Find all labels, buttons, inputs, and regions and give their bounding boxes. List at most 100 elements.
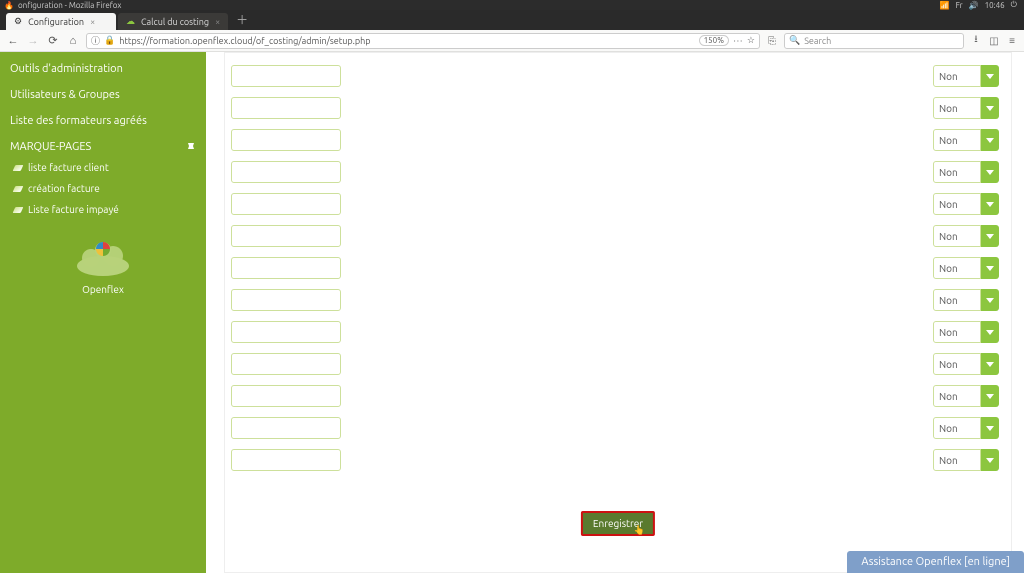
settings-form: Non Non Non Non Non Non Non Non Non Non Non NonNon … xyxy=(224,52,1012,573)
bookmark-creation-facture[interactable]: création facture xyxy=(0,178,206,199)
chevron-down-icon[interactable] xyxy=(981,225,999,247)
chevron-down-icon[interactable] xyxy=(981,161,999,183)
download-icon[interactable]: ⭳ xyxy=(970,32,982,49)
chevron-down-icon[interactable] xyxy=(981,129,999,151)
select-value: Non xyxy=(933,129,981,151)
select-value: Non xyxy=(933,193,981,215)
bookmark-liste-facture-impaye[interactable]: Liste facture impayé xyxy=(0,199,206,220)
select-value: Non xyxy=(933,257,981,279)
info-icon[interactable]: ⓘ xyxy=(91,34,100,47)
search-icon: 🔍 xyxy=(789,35,800,46)
form-row: Non xyxy=(225,257,1011,279)
form-row: Non xyxy=(225,97,1011,119)
text-input[interactable] xyxy=(231,97,341,119)
select-wrapper[interactable]: Non xyxy=(933,257,981,279)
text-input[interactable] xyxy=(231,193,341,215)
volume-icon[interactable]: 🔊 xyxy=(969,1,979,10)
text-input[interactable] xyxy=(231,257,341,279)
reload-button[interactable]: ⟳ xyxy=(46,34,60,47)
zoom-badge[interactable]: 150% xyxy=(699,35,729,46)
select-value: Non xyxy=(933,385,981,407)
chevron-down-icon[interactable] xyxy=(981,97,999,119)
assistance-chat-tab[interactable]: Assistance Openflex [en ligne] xyxy=(847,551,1024,573)
sidebar-section-label: MARQUE-PAGES xyxy=(10,141,91,153)
page-actions-icon[interactable]: ⋯ xyxy=(733,35,743,47)
back-button[interactable]: ← xyxy=(6,35,20,47)
form-row: Non xyxy=(225,65,1011,87)
network-icon: 📶 xyxy=(940,1,950,10)
save-button[interactable]: Enregistrer 👆 xyxy=(581,511,655,536)
browser-toolbar: ← → ⟳ ⌂ ⓘ 🔒 https://formation.openflex.c… xyxy=(0,30,1024,52)
content-area: Non Non Non Non Non Non Non Non Non Non Non NonNon … xyxy=(206,52,1024,573)
form-row: Non xyxy=(225,289,1011,311)
chevron-down-icon[interactable] xyxy=(981,417,999,439)
form-row: Non xyxy=(225,353,1011,375)
select-value: Non xyxy=(933,97,981,119)
form-row: Non xyxy=(225,161,1011,183)
select-wrapper[interactable]: Non xyxy=(933,225,981,247)
text-input[interactable] xyxy=(231,129,341,151)
pin-icon[interactable] xyxy=(186,142,196,152)
select-wrapper[interactable]: Non xyxy=(933,289,981,311)
text-input[interactable] xyxy=(231,225,341,247)
sidebar-item-admin-tools[interactable]: Outils d'administration xyxy=(0,56,206,82)
chevron-down-icon[interactable] xyxy=(981,321,999,343)
url-text: https://formation.openflex.cloud/of_cost… xyxy=(119,36,370,46)
menu-icon[interactable]: ≡ xyxy=(1006,35,1018,47)
window-title: onfiguration - Mozilla Firefox xyxy=(18,1,121,10)
sidebar-item-trainers[interactable]: Liste des formateurs agréés xyxy=(0,108,206,134)
tab-costing[interactable]: ☁ Calcul du costing × xyxy=(118,13,228,30)
form-row: Non xyxy=(225,385,1011,407)
sidebar-section-bookmarks: MARQUE-PAGES xyxy=(0,134,206,157)
power-icon[interactable]: ⏻ xyxy=(1011,0,1017,10)
library-icon[interactable]: ⎘ xyxy=(766,35,778,47)
chevron-down-icon[interactable] xyxy=(981,65,999,87)
close-icon[interactable]: × xyxy=(90,17,95,27)
firefox-icon: 🔥 xyxy=(4,1,14,10)
search-box[interactable]: 🔍 Search xyxy=(784,33,964,49)
select-wrapper[interactable]: Non xyxy=(933,449,981,471)
select-value: Non xyxy=(933,289,981,311)
text-input[interactable] xyxy=(231,161,341,183)
text-input[interactable] xyxy=(231,385,341,407)
text-input[interactable] xyxy=(231,65,341,87)
select-wrapper[interactable]: Non xyxy=(933,385,981,407)
chevron-down-icon[interactable] xyxy=(981,385,999,407)
lang-indicator[interactable]: Fr xyxy=(956,1,963,10)
select-wrapper[interactable]: Non xyxy=(933,353,981,375)
select-wrapper[interactable]: Non xyxy=(933,193,981,215)
tab-configuration[interactable]: ⚙ Configuration × xyxy=(6,13,116,30)
url-bar[interactable]: ⓘ 🔒 https://formation.openflex.cloud/of_… xyxy=(86,33,760,49)
home-button[interactable]: ⌂ xyxy=(66,35,80,47)
chevron-down-icon[interactable] xyxy=(981,193,999,215)
select-wrapper[interactable]: Non xyxy=(933,321,981,343)
chevron-down-icon[interactable] xyxy=(981,289,999,311)
tab-favicon: ⚙ xyxy=(14,16,22,27)
select-value: Non xyxy=(933,161,981,183)
text-input[interactable] xyxy=(231,353,341,375)
select-wrapper[interactable]: Non xyxy=(933,65,981,87)
text-input[interactable] xyxy=(231,449,341,471)
sidebar-toggle-icon[interactable]: ◫ xyxy=(988,35,1000,47)
chevron-down-icon[interactable] xyxy=(981,449,999,471)
form-rows: Non Non Non Non Non Non Non Non Non Non Non Non Non xyxy=(225,55,1011,471)
chevron-down-icon[interactable] xyxy=(981,353,999,375)
form-row: Non xyxy=(225,129,1011,151)
select-wrapper[interactable]: Non xyxy=(933,161,981,183)
tab-label: Configuration xyxy=(28,17,84,27)
chat-tab-label: Assistance Openflex [en ligne] xyxy=(861,556,1010,568)
close-icon[interactable]: × xyxy=(215,17,220,27)
text-input[interactable] xyxy=(231,417,341,439)
chevron-down-icon[interactable] xyxy=(981,257,999,279)
reader-icon[interactable]: ☆ xyxy=(747,35,755,46)
text-input[interactable] xyxy=(231,289,341,311)
sidebar-item-users-groups[interactable]: Utilisateurs & Groupes xyxy=(0,82,206,108)
new-tab-button[interactable]: ＋ xyxy=(236,11,248,28)
select-wrapper[interactable]: Non xyxy=(933,97,981,119)
select-value: Non xyxy=(933,417,981,439)
bookmark-liste-facture-client[interactable]: liste facture client xyxy=(0,157,206,178)
select-wrapper[interactable]: Non xyxy=(933,417,981,439)
text-input[interactable] xyxy=(231,321,341,343)
select-wrapper[interactable]: Non xyxy=(933,129,981,151)
form-row: Non xyxy=(225,225,1011,247)
